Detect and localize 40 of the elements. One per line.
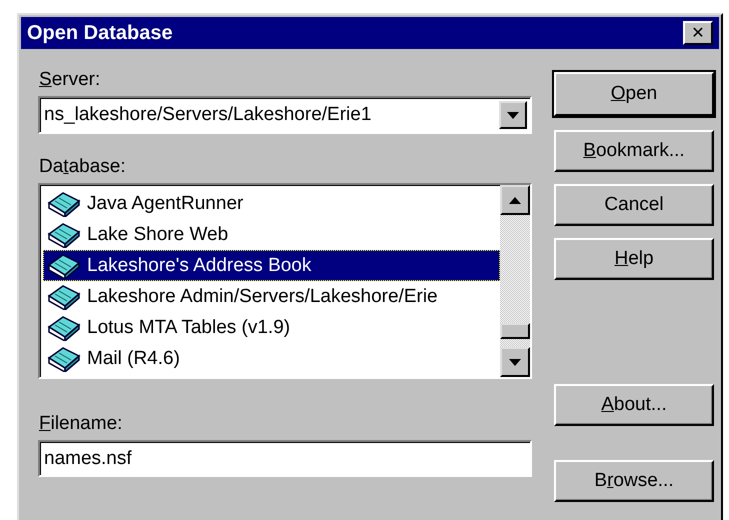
database-item[interactable]: Lotus MTA Tables (v1.9): [43, 312, 500, 343]
book-icon: [47, 284, 81, 310]
dialog-button[interactable]: Help: [554, 238, 714, 280]
scroll-up-button[interactable]: [500, 185, 530, 215]
database-item[interactable]: Mail (R4.6): [43, 343, 500, 374]
database-name: Lakeshore Admin/Servers/Lakeshore/Erie: [87, 286, 438, 308]
book-icon: [47, 222, 81, 248]
up-arrow-icon: [509, 196, 521, 204]
browse-button[interactable]: Browse...: [554, 460, 714, 502]
database-name: Java AgentRunner: [87, 192, 244, 214]
database-name: Lakeshore's Address Book: [87, 254, 312, 276]
close-button[interactable]: ✕: [683, 21, 713, 45]
book-icon: [47, 314, 81, 340]
database-item[interactable]: Java AgentRunner: [43, 188, 500, 219]
database-name: Lotus MTA Tables (v1.9): [87, 316, 290, 338]
server-value: ns_lakeshore/Servers/Lakeshore/Erie1: [44, 104, 372, 126]
database-label: Database:: [39, 156, 127, 178]
server-label: Server:: [39, 69, 102, 91]
dialog-button[interactable]: Cancel: [554, 184, 714, 226]
filename-label: Filename:: [39, 413, 124, 435]
scroll-thumb[interactable]: [500, 323, 530, 339]
database-name: Mail (R4.6): [87, 348, 180, 370]
filename-field[interactable]: names.nsf: [38, 440, 532, 477]
window-title: Open Database: [27, 22, 173, 44]
dropdown-button[interactable]: [499, 101, 527, 129]
dialog-button[interactable]: Bookmark...: [554, 130, 714, 172]
scroll-down-button[interactable]: [500, 347, 530, 377]
database-item[interactable]: Lakeshore's Address Book: [43, 250, 500, 281]
database-item[interactable]: Lakeshore Admin/Servers/Lakeshore/Erie: [43, 281, 500, 312]
book-icon: [47, 252, 81, 278]
database-name: Lake Shore Web: [87, 224, 228, 246]
book-icon: [47, 190, 81, 216]
server-dropdown[interactable]: ns_lakeshore/Servers/Lakeshore/Erie1: [38, 96, 532, 134]
down-arrow-icon: [509, 358, 521, 366]
caret-icon: [507, 112, 519, 118]
scrollbar[interactable]: [500, 185, 530, 377]
dialog-button[interactable]: Open: [554, 72, 714, 116]
book-icon: [47, 346, 81, 372]
about-button[interactable]: About...: [554, 384, 714, 426]
database-item[interactable]: Lake Shore Web: [43, 219, 500, 250]
